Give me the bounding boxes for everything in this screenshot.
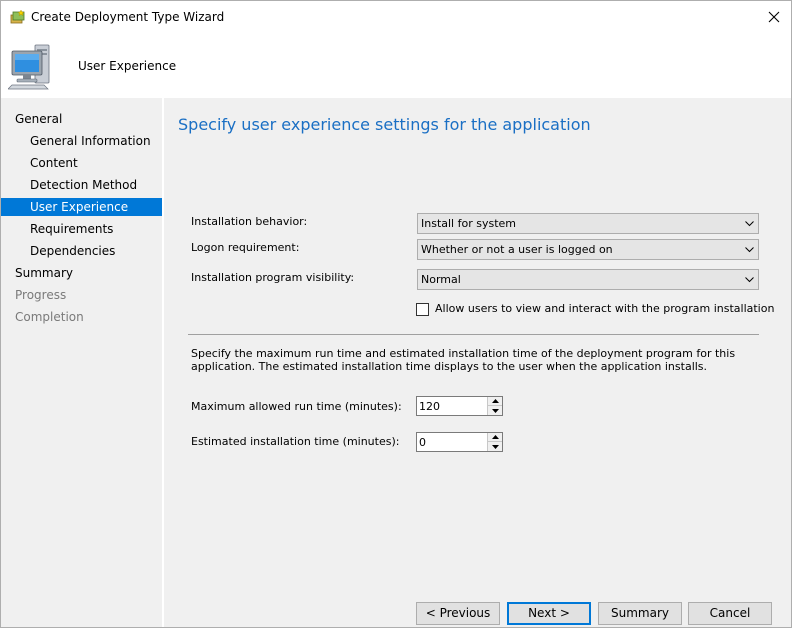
max-run-time-spin-buttons	[487, 397, 502, 415]
est-install-time-input[interactable]	[419, 434, 485, 450]
nav-item-general-information[interactable]: General Information	[1, 132, 162, 150]
logon-requirement-value: Whether or not a user is logged on	[421, 243, 613, 256]
nav-item-progress: Progress	[15, 288, 67, 302]
max-run-time-input[interactable]	[419, 398, 485, 414]
chevron-down-icon	[744, 270, 754, 289]
summary-button[interactable]: Summary	[598, 602, 682, 625]
nav-item-completion: Completion	[15, 310, 84, 324]
nav-item-content[interactable]: Content	[1, 154, 162, 172]
close-icon	[768, 11, 780, 23]
nav-item-general[interactable]: General	[1, 110, 162, 128]
wizard-content-pane: Specify user experience settings for the…	[164, 98, 791, 627]
allow-interact-checkbox[interactable]	[416, 303, 429, 316]
section-divider	[188, 334, 759, 335]
spin-up-button[interactable]	[488, 433, 502, 442]
logon-requirement-select[interactable]: Whether or not a user is logged on	[417, 239, 759, 260]
computer-icon	[8, 44, 50, 90]
installation-behavior-label: Installation behavior:	[191, 215, 308, 228]
nav-item-requirements[interactable]: Requirements	[1, 220, 162, 238]
program-visibility-select[interactable]: Normal	[417, 269, 759, 290]
nav-item-user-experience[interactable]: User Experience	[1, 198, 162, 216]
wizard-app-icon	[10, 9, 25, 24]
spin-down-button[interactable]	[488, 442, 502, 451]
page-title: Specify user experience settings for the…	[178, 115, 591, 134]
triangle-up-icon	[491, 435, 499, 439]
nav-item-summary[interactable]: Summary	[1, 264, 162, 282]
wizard-nav-pane: General General Information Content Dete…	[1, 98, 162, 627]
est-install-time-stepper[interactable]	[416, 432, 503, 452]
triangle-up-icon	[491, 399, 499, 403]
wizard-header: User Experience	[1, 33, 791, 98]
wizard-window: Create Deployment Type Wizard User Exper…	[0, 0, 792, 628]
close-button[interactable]	[757, 1, 791, 33]
triangle-down-icon	[491, 444, 499, 449]
triangle-down-icon	[491, 408, 499, 413]
logon-requirement-label: Logon requirement:	[191, 241, 300, 254]
previous-button[interactable]: < Previous	[416, 602, 500, 625]
nav-item-dependencies[interactable]: Dependencies	[1, 242, 162, 260]
program-visibility-label: Installation program visibility:	[191, 271, 355, 284]
nav-item-detection-method[interactable]: Detection Method	[1, 176, 162, 194]
max-run-time-label: Maximum allowed run time (minutes):	[191, 400, 402, 413]
allow-interact-label[interactable]: Allow users to view and interact with th…	[435, 302, 774, 316]
est-install-time-spin-buttons	[487, 433, 502, 451]
cancel-button[interactable]: Cancel	[688, 602, 772, 625]
est-install-time-label: Estimated installation time (minutes):	[191, 435, 400, 448]
installation-behavior-value: Install for system	[421, 217, 516, 230]
spin-down-button[interactable]	[488, 406, 502, 415]
run-time-description: Specify the maximum run time and estimat…	[191, 347, 736, 373]
chevron-down-icon	[744, 214, 754, 233]
next-button[interactable]: Next >	[507, 602, 591, 625]
window-title: Create Deployment Type Wizard	[31, 10, 225, 24]
page-header-title: User Experience	[78, 59, 177, 73]
spin-up-button[interactable]	[488, 397, 502, 406]
title-bar: Create Deployment Type Wizard	[1, 1, 791, 33]
program-visibility-value: Normal	[421, 273, 461, 286]
installation-behavior-select[interactable]: Install for system	[417, 213, 759, 234]
chevron-down-icon	[744, 240, 754, 259]
max-run-time-stepper[interactable]	[416, 396, 503, 416]
